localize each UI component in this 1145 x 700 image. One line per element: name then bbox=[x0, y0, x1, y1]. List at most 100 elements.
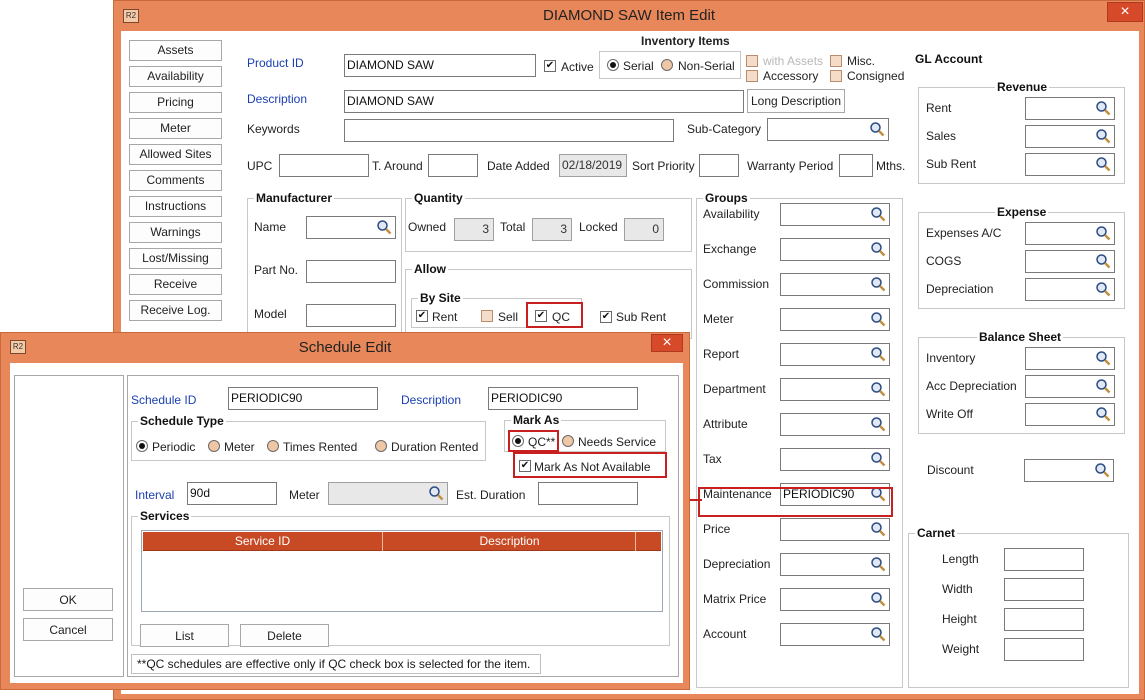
carnet-height-field[interactable] bbox=[1004, 608, 1084, 631]
sub-category-field[interactable] bbox=[767, 118, 889, 141]
accessory-checkbox[interactable] bbox=[746, 70, 758, 82]
nav-receive-button[interactable]: Receive bbox=[129, 274, 222, 295]
description-field[interactable]: DIAMOND SAW bbox=[344, 90, 744, 113]
gl-balance-acc-depreciation-field[interactable] bbox=[1025, 375, 1115, 398]
group-matrix-price-field[interactable] bbox=[780, 588, 890, 611]
gl-balance-write-off-field[interactable] bbox=[1025, 403, 1115, 426]
close-button[interactable]: × bbox=[1107, 2, 1143, 22]
search-icon[interactable] bbox=[870, 276, 886, 292]
interval-field[interactable]: 90d bbox=[187, 482, 277, 505]
nav-receive-log-button[interactable]: Receive Log. bbox=[129, 300, 222, 321]
search-icon[interactable] bbox=[870, 241, 886, 257]
group-department-field[interactable] bbox=[780, 378, 890, 401]
sort-priority-field[interactable] bbox=[699, 154, 739, 177]
meter-radio[interactable] bbox=[208, 440, 220, 452]
search-icon[interactable] bbox=[1094, 462, 1110, 478]
times-rented-radio[interactable] bbox=[267, 440, 279, 452]
est-duration-field[interactable] bbox=[538, 482, 638, 505]
service-id-column-header[interactable]: Service ID bbox=[143, 532, 383, 551]
needs-service-radio[interactable] bbox=[562, 435, 574, 447]
model-field[interactable] bbox=[306, 304, 396, 327]
with-assets-checkbox[interactable] bbox=[746, 55, 758, 67]
search-icon[interactable] bbox=[1095, 156, 1111, 172]
group-meter-field[interactable] bbox=[780, 308, 890, 331]
nav-assets-button[interactable]: Assets bbox=[129, 40, 222, 61]
search-icon[interactable] bbox=[869, 121, 885, 137]
nav-allowed-sites-button[interactable]: Allowed Sites bbox=[129, 144, 222, 165]
gl-revenue-sales-field[interactable] bbox=[1025, 125, 1115, 148]
search-icon[interactable] bbox=[1095, 100, 1111, 116]
nav-warnings-button[interactable]: Warnings bbox=[129, 222, 222, 243]
group-attribute-field[interactable] bbox=[780, 413, 890, 436]
search-icon[interactable] bbox=[870, 206, 886, 222]
nav-lost-missing-button[interactable]: Lost/Missing bbox=[129, 248, 222, 269]
allow-sell-checkbox[interactable] bbox=[481, 310, 493, 322]
part-no-field[interactable] bbox=[306, 260, 396, 283]
periodic-radio[interactable] bbox=[136, 440, 148, 452]
search-icon[interactable] bbox=[1095, 225, 1111, 241]
nav-meter-button[interactable]: Meter bbox=[129, 118, 222, 139]
search-icon[interactable] bbox=[870, 311, 886, 327]
gl-expense-cogs-field[interactable] bbox=[1025, 250, 1115, 273]
search-icon[interactable] bbox=[870, 381, 886, 397]
services-table[interactable]: Service ID Description bbox=[141, 530, 663, 612]
product-id-field[interactable]: DIAMOND SAW bbox=[344, 54, 536, 77]
carnet-length-field[interactable] bbox=[1004, 548, 1084, 571]
search-icon[interactable] bbox=[376, 219, 392, 235]
manufacturer-name-field[interactable] bbox=[306, 216, 396, 239]
gl-balance-inventory-field[interactable] bbox=[1025, 347, 1115, 370]
serial-radio[interactable] bbox=[607, 59, 619, 71]
search-icon[interactable] bbox=[1095, 281, 1111, 297]
search-icon[interactable] bbox=[1095, 253, 1111, 269]
search-icon[interactable] bbox=[870, 591, 886, 607]
close-button[interactable]: × bbox=[651, 334, 683, 352]
list-button[interactable]: List bbox=[140, 624, 229, 647]
group-availability-field[interactable] bbox=[780, 203, 890, 226]
search-icon[interactable] bbox=[870, 346, 886, 362]
carnet-weight-field[interactable] bbox=[1004, 638, 1084, 661]
search-icon[interactable] bbox=[1095, 350, 1111, 366]
sub-rent-checkbox[interactable]: ✔ bbox=[600, 311, 612, 323]
non-serial-radio[interactable] bbox=[661, 59, 673, 71]
search-icon[interactable] bbox=[870, 556, 886, 572]
search-icon[interactable] bbox=[1095, 128, 1111, 144]
group-price-field[interactable] bbox=[780, 518, 890, 541]
discount-field[interactable] bbox=[1024, 459, 1114, 482]
turnaround-field[interactable] bbox=[428, 154, 478, 177]
cancel-button[interactable]: Cancel bbox=[23, 618, 113, 641]
nav-comments-button[interactable]: Comments bbox=[129, 170, 222, 191]
group-depreciation-field[interactable] bbox=[780, 553, 890, 576]
gl-expense-depreciation-field[interactable] bbox=[1025, 278, 1115, 301]
active-checkbox[interactable]: ✔ bbox=[544, 60, 556, 72]
upc-field[interactable] bbox=[279, 154, 369, 177]
search-icon[interactable] bbox=[1095, 378, 1111, 394]
description-column-header[interactable]: Description bbox=[384, 532, 636, 551]
keywords-field[interactable] bbox=[344, 119, 674, 142]
misc-checkbox[interactable] bbox=[830, 55, 842, 67]
nav-availability-button[interactable]: Availability bbox=[129, 66, 222, 87]
search-icon[interactable] bbox=[870, 626, 886, 642]
nav-pricing-button[interactable]: Pricing bbox=[129, 92, 222, 113]
carnet-width-field[interactable] bbox=[1004, 578, 1084, 601]
long-description-button[interactable]: Long Description bbox=[747, 89, 845, 113]
ok-button[interactable]: OK bbox=[23, 588, 113, 611]
gl-revenue-sub-rent-field[interactable] bbox=[1025, 153, 1115, 176]
consigned-checkbox[interactable] bbox=[830, 70, 842, 82]
group-commission-field[interactable] bbox=[780, 273, 890, 296]
gl-expense-expenses-a-c-field[interactable] bbox=[1025, 222, 1115, 245]
duration-rented-radio[interactable] bbox=[375, 440, 387, 452]
gl-revenue-rent-field[interactable] bbox=[1025, 97, 1115, 120]
group-report-field[interactable] bbox=[780, 343, 890, 366]
group-account-field[interactable] bbox=[780, 623, 890, 646]
search-icon[interactable] bbox=[870, 451, 886, 467]
nav-instructions-button[interactable]: Instructions bbox=[129, 196, 222, 217]
search-icon[interactable] bbox=[1095, 406, 1111, 422]
search-icon[interactable] bbox=[428, 485, 444, 501]
delete-button[interactable]: Delete bbox=[240, 624, 329, 647]
group-exchange-field[interactable] bbox=[780, 238, 890, 261]
schedule-description-field[interactable]: PERIODIC90 bbox=[488, 387, 638, 410]
schedule-id-field[interactable]: PERIODIC90 bbox=[228, 387, 378, 410]
allow-rent-checkbox[interactable]: ✔ bbox=[416, 310, 428, 322]
search-icon[interactable] bbox=[870, 521, 886, 537]
group-tax-field[interactable] bbox=[780, 448, 890, 471]
